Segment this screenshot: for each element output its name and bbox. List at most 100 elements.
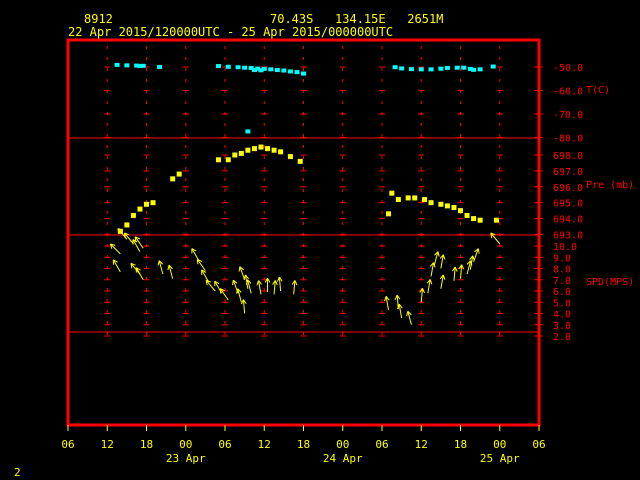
ytick-label-temperature-3: -80.0 xyxy=(553,134,583,145)
xtick-label-6: 18 xyxy=(297,438,310,451)
wind-arrow-head-34-1 xyxy=(437,251,440,257)
page-number: 2 xyxy=(14,466,21,479)
xtick-label-11: 00 xyxy=(493,438,506,451)
temp-point-21 xyxy=(245,129,251,134)
xdate-label-0: 23 Apr xyxy=(166,452,206,465)
unit-label-temperature: T(C) xyxy=(586,85,610,96)
plot-frame xyxy=(66,38,541,427)
xtick-label-5: 12 xyxy=(258,438,271,451)
wind-arrow-0 xyxy=(109,243,121,255)
xdate-label-1: 24 Apr xyxy=(323,452,363,465)
ytick-label-pressure-1: 697.0 xyxy=(553,167,583,178)
pressure-point-24 xyxy=(422,197,428,203)
temp-point-22 xyxy=(392,65,398,70)
temp-point-27 xyxy=(438,66,444,71)
xtick-label-9: 12 xyxy=(415,438,428,451)
wind-arrow-32 xyxy=(426,279,433,294)
wind-arrow-9 xyxy=(167,264,174,279)
time-range: 22 Apr 2015/120000UTC - 25 Apr 2015/0000… xyxy=(68,25,394,39)
ytick-label-wind-7: 3.0 xyxy=(553,321,571,332)
xtick-label-2: 18 xyxy=(140,438,153,451)
wind-arrow-23 xyxy=(272,280,278,295)
temp-point-0 xyxy=(114,62,120,67)
pressure-point-19 xyxy=(297,158,303,164)
wind-arrow-4 xyxy=(134,236,144,249)
temp-point-7 xyxy=(225,64,231,69)
temp-point-4 xyxy=(140,63,146,68)
pressure-point-21 xyxy=(395,197,401,203)
wind-arrow-head-21-0 xyxy=(256,280,260,286)
pressure-point-13 xyxy=(251,146,257,152)
wind-arrow-31 xyxy=(419,288,425,303)
temp-point-16 xyxy=(287,69,293,74)
wind-arrow-41 xyxy=(473,248,480,262)
pressure-point-14 xyxy=(258,144,264,150)
ytick-label-pressure-5: 693.0 xyxy=(553,231,583,242)
wind-arrow-shaft-0 xyxy=(110,243,121,255)
wind-arrow-head-9-0 xyxy=(167,264,170,271)
pressure-point-7 xyxy=(176,171,182,177)
wind-arrow-head-27-0 xyxy=(384,296,387,302)
station-id: 8912 xyxy=(84,12,113,26)
temp-point-20 xyxy=(258,68,264,73)
wind-arrow-26 xyxy=(240,299,247,314)
temp-point-13 xyxy=(268,67,274,72)
ytick-label-wind-0: 10.0 xyxy=(553,242,577,253)
wind-arrow-head-8-0 xyxy=(157,260,160,266)
temp-point-19 xyxy=(251,68,257,73)
pressure-point-9 xyxy=(225,157,231,163)
temp-point-17 xyxy=(294,70,300,75)
ytick-label-pressure-4: 694.0 xyxy=(553,215,583,226)
pressure-point-27 xyxy=(444,203,450,209)
wind-arrow-38 xyxy=(458,264,465,279)
wind-arrow-head-18-0 xyxy=(238,266,241,272)
unit-label-wind: SPD(MPS) xyxy=(586,277,634,288)
pressure-point-32 xyxy=(477,217,483,223)
pressure-point-17 xyxy=(278,149,284,155)
temp-point-18 xyxy=(301,71,306,76)
wind-arrow-27 xyxy=(384,296,390,311)
wind-arrow-36 xyxy=(439,274,446,289)
pressure-point-16 xyxy=(271,147,277,153)
temp-point-25 xyxy=(418,67,424,72)
temp-point-28 xyxy=(444,65,450,70)
pressure-point-33 xyxy=(493,217,499,223)
pressure-point-3 xyxy=(137,206,143,212)
xtick-label-3: 00 xyxy=(179,438,192,451)
ytick-label-wind-6: 4.0 xyxy=(553,310,571,321)
wind-arrow-22 xyxy=(264,277,271,293)
wind-arrow-15 xyxy=(219,288,229,301)
wind-arrow-11 xyxy=(196,258,206,272)
wind-arrow-21 xyxy=(256,280,263,295)
wind-arrow-24 xyxy=(276,276,283,292)
wind-arrow-head-35-1 xyxy=(442,254,446,260)
temp-point-24 xyxy=(408,67,414,72)
wind-arrow-head-16-0 xyxy=(232,280,234,286)
xtick-label-12: 06 xyxy=(532,438,545,451)
temp-point-5 xyxy=(157,65,163,69)
wind-arrow-37 xyxy=(451,266,458,281)
temp-point-23 xyxy=(399,66,405,71)
ytick-label-pressure-3: 695.0 xyxy=(553,199,583,210)
ytick-label-wind-8: 2.0 xyxy=(553,332,571,343)
ytick-label-wind-4: 6.0 xyxy=(553,287,571,298)
pressure-point-8 xyxy=(215,157,221,163)
temp-point-33 xyxy=(477,67,483,72)
temp-point-14 xyxy=(274,68,280,73)
pressure-point-30 xyxy=(464,212,470,218)
wind-arrow-head-32-1 xyxy=(429,279,433,285)
station-location: 70.43S 134.15E 2651M xyxy=(270,12,444,26)
ytick-label-pressure-2: 696.0 xyxy=(553,183,583,194)
pressure-point-28 xyxy=(451,204,457,210)
wind-arrow-head-30-0 xyxy=(406,311,409,317)
temp-point-15 xyxy=(281,68,287,73)
pressure-point-10 xyxy=(232,152,238,158)
temp-point-9 xyxy=(242,65,248,70)
meteogram-chart: -50.0 -60.0 -70.0 -80.0 T(C) 698.0 697.0 696.0 6… xyxy=(61,38,634,465)
wind-arrow-35 xyxy=(439,254,446,269)
pressure-point-6 xyxy=(170,176,176,182)
xtick-label-8: 06 xyxy=(375,438,388,451)
wind-arrow-18 xyxy=(238,266,246,280)
pressure-point-34 xyxy=(386,211,392,217)
ytick-label-wind-5: 5.0 xyxy=(553,298,571,309)
